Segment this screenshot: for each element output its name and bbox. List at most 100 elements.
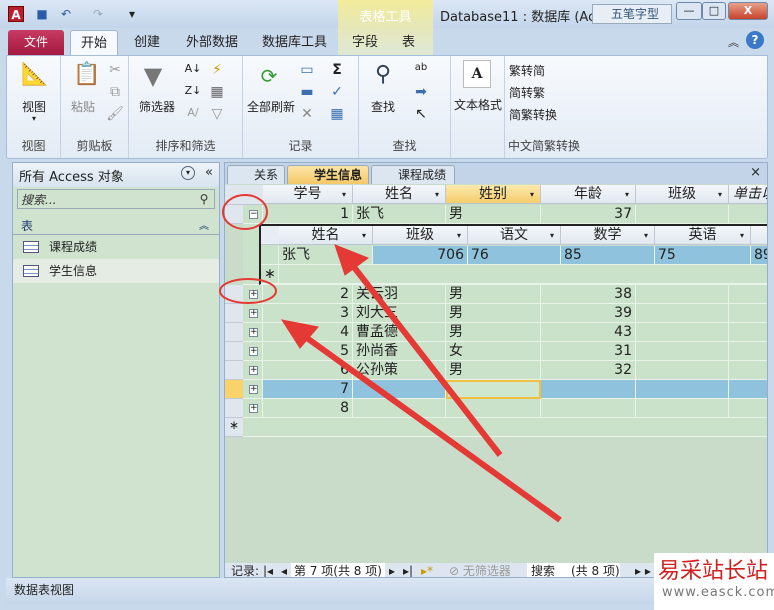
column-dropdown-icon[interactable]: ▾ [740, 226, 744, 245]
cell-add[interactable] [729, 380, 767, 399]
goto-icon[interactable]: ➡ [411, 84, 431, 100]
tab-table[interactable]: 表 [392, 30, 425, 55]
record-selector[interactable] [225, 399, 243, 418]
scroll-right-button[interactable]: ▸ ▸ [635, 563, 651, 577]
first-record-button[interactable]: |◂ [263, 563, 273, 577]
sub-header-corner[interactable] [261, 226, 279, 245]
cell-class[interactable] [636, 285, 729, 304]
cell-class[interactable] [636, 205, 729, 224]
cell-class[interactable] [636, 399, 729, 418]
current-record-input[interactable]: 第 7 项(共 8 项) [291, 563, 385, 577]
expand-icon[interactable]: + [249, 290, 258, 299]
help-icon[interactable]: ? [746, 31, 764, 49]
tab-database-tools[interactable]: 数据库工具 [252, 30, 337, 55]
cell-gender[interactable] [446, 399, 541, 418]
tab-fields[interactable]: 字段 [342, 30, 388, 55]
new-record-row[interactable] [243, 418, 767, 437]
cell-age[interactable]: 38 [541, 285, 636, 304]
cell-gender[interactable]: 男 [446, 361, 541, 380]
cell-id[interactable]: 5 [263, 342, 353, 361]
column-dropdown-icon[interactable]: ▾ [550, 226, 554, 245]
nav-search-input[interactable]: 搜索... ⚲ [17, 189, 215, 209]
collapse-nav-icon[interactable]: « [205, 165, 213, 180]
filter-status[interactable]: ⊘ 无筛选器 [449, 563, 511, 577]
nav-section-tables[interactable]: 表 ︽ [13, 217, 219, 235]
expand-icon[interactable]: + [249, 404, 258, 413]
cell-name[interactable]: 刘大三 [353, 304, 446, 323]
column-dropdown-icon[interactable]: ▾ [342, 185, 346, 204]
expand-icon[interactable]: + [249, 309, 258, 318]
undo-icon[interactable]: ↶ [58, 6, 74, 22]
tab-home[interactable]: 开始 [70, 30, 119, 55]
ime-indicator[interactable]: 五笔字型 [592, 4, 672, 24]
column-dropdown-icon[interactable]: ▾ [644, 226, 648, 245]
sub-cell[interactable]: 76 [468, 246, 561, 265]
cell-gender[interactable]: 男 [446, 205, 541, 224]
cell-id[interactable]: 7 [263, 380, 353, 399]
cell-name[interactable] [353, 380, 446, 399]
view-button[interactable]: 视图 [7, 98, 61, 115]
record-selector[interactable] [225, 380, 243, 399]
nav-header[interactable]: 所有 Access 对象 ▾ « [13, 163, 219, 187]
format-painter-icon[interactable]: 🖌 [105, 106, 125, 122]
sub-column-header[interactable]: 数学 ▾ [561, 226, 655, 245]
cell-class[interactable] [636, 323, 729, 342]
redo-icon[interactable]: ↷ [90, 6, 106, 22]
cell-id[interactable]: 6 [263, 361, 353, 380]
cell-gender[interactable]: 男 [446, 323, 541, 342]
sub-column-header[interactable]: 班级 ▾ [373, 226, 468, 245]
cell-gender[interactable]: 女 [446, 342, 541, 361]
cell-id[interactable]: 3 [263, 304, 353, 323]
sort-ascending-icon[interactable]: A↓ [183, 62, 203, 75]
record-selector[interactable] [225, 205, 243, 224]
expand-icon[interactable]: + [249, 347, 258, 356]
sub-new-record-selector[interactable]: ∗ [261, 265, 279, 284]
tab-file[interactable]: 文件 [8, 30, 64, 55]
cell-class[interactable] [636, 380, 729, 399]
totals-icon[interactable]: Σ [327, 62, 347, 78]
cell-class[interactable] [636, 304, 729, 323]
cell-id[interactable]: 1 [263, 205, 353, 224]
selection-icon[interactable]: ⚡ [207, 62, 227, 78]
maximize-button[interactable]: □ [702, 2, 726, 20]
collapse-ribbon-icon[interactable]: ︽ [728, 34, 739, 50]
cell-gender[interactable]: 男 [446, 304, 541, 323]
record-selector[interactable] [225, 304, 243, 323]
copy-icon[interactable]: ⧉ [105, 84, 125, 100]
column-header[interactable]: 姓名 ▾ [353, 185, 446, 204]
record-selector[interactable] [225, 361, 243, 380]
cell-gender[interactable] [446, 380, 541, 399]
expand-icon[interactable]: + [249, 385, 258, 394]
cell-id[interactable]: 2 [263, 285, 353, 304]
cell-add[interactable] [729, 205, 767, 224]
cell-age[interactable] [541, 380, 636, 399]
trad-to-simp-button[interactable]: 繁转简 [509, 62, 545, 79]
cell-add[interactable] [729, 399, 767, 418]
column-dropdown-icon[interactable]: ▾ [362, 226, 366, 245]
sub-column-header[interactable]: 语文 ▾ [468, 226, 561, 245]
cell-id[interactable]: 4 [263, 323, 353, 342]
expand-icon[interactable]: + [249, 366, 258, 375]
column-dropdown-icon[interactable]: ▾ [435, 185, 439, 204]
record-selector[interactable] [225, 342, 243, 361]
new-record-icon[interactable]: ▭ [297, 62, 317, 78]
sub-column-header[interactable]: 英语 ▾ [655, 226, 751, 245]
replace-icon[interactable]: ab [411, 62, 431, 73]
close-document-icon[interactable]: × [750, 165, 761, 180]
collapse-icon[interactable]: − [249, 210, 258, 219]
column-dropdown-icon[interactable]: ▾ [625, 185, 629, 204]
nav-item-course-scores[interactable]: 课程成绩 [13, 235, 219, 259]
column-header[interactable]: 年龄 ▾ [541, 185, 636, 204]
save-icon[interactable]: ■ [34, 6, 50, 22]
last-record-button[interactable]: ▸| [403, 563, 413, 577]
column-header[interactable]: 姓别 ▾ [446, 185, 541, 204]
close-button[interactable]: X [728, 2, 768, 20]
column-header[interactable]: 单击以添加 [729, 185, 767, 221]
sub-column-header[interactable]: 姓名 ▾ [279, 226, 373, 245]
sub-cell[interactable]: 85 [561, 246, 655, 265]
tab-external-data[interactable]: 外部数据 [176, 30, 248, 55]
column-dropdown-icon[interactable]: ▾ [457, 226, 461, 245]
cell-age[interactable]: 37 [541, 205, 636, 224]
delete-icon[interactable]: ✕ [297, 106, 317, 122]
convert-button[interactable]: 简繁转换 [509, 106, 557, 123]
